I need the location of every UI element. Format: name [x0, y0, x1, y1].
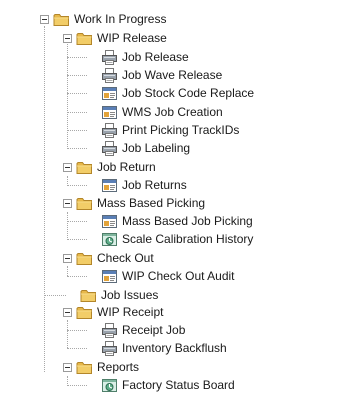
tree-node-label: Check Out: [97, 251, 154, 265]
tree-item-scale-calibration-history[interactable]: Scale Calibration History: [101, 230, 253, 248]
printer-icon: [101, 68, 118, 83]
tree-item-label: WIP Check Out Audit: [122, 269, 235, 283]
tree-node-label: WIP Release: [97, 31, 167, 45]
printer-icon: [101, 141, 118, 156]
tree-item-wip-check-out-audit[interactable]: WIP Check Out Audit: [101, 267, 235, 285]
tree-item-label: Job Labeling: [122, 141, 191, 155]
tree-connector: [67, 239, 87, 240]
report-icon: [101, 232, 118, 247]
folder-icon: [53, 12, 70, 27]
folder-icon: [76, 196, 93, 211]
tree-item-inventory-backflush[interactable]: Inventory Backflush: [101, 339, 227, 357]
tree-item-label: Job Stock Code Replace: [122, 86, 255, 100]
form-icon: [101, 105, 118, 120]
collapse-toggle[interactable]: [63, 162, 72, 172]
tree-connector: [44, 26, 45, 372]
tree-connector: [67, 44, 68, 149]
folder-icon: [76, 160, 93, 175]
tree-item-receipt-job[interactable]: Receipt Job: [101, 321, 185, 339]
tree-node-label: Job Return: [97, 160, 156, 174]
tree-node-label: Job Issues: [101, 288, 159, 302]
tree-item-label: Inventory Backflush: [122, 341, 227, 355]
tree-item-job-returns[interactable]: Job Returns: [101, 176, 187, 194]
tree-connector: [67, 221, 87, 222]
collapse-toggle[interactable]: [63, 198, 72, 208]
tree-connector: [67, 130, 87, 131]
collapse-toggle[interactable]: [40, 14, 49, 24]
report-icon: [101, 378, 118, 393]
tree-item-label: Factory Status Board: [122, 378, 235, 392]
tree-connector: [67, 57, 87, 58]
form-icon: [101, 86, 118, 101]
folder-icon: [76, 360, 93, 375]
collapse-toggle[interactable]: [63, 253, 72, 263]
tree-node-label: Mass Based Picking: [97, 196, 206, 210]
tree-item-job-release[interactable]: Job Release: [101, 48, 189, 66]
tree-node-label: Reports: [97, 360, 140, 374]
tree-item-factory-status-board[interactable]: Factory Status Board: [101, 376, 235, 394]
tree-item-wms-job-creation[interactable]: WMS Job Creation: [101, 103, 223, 121]
tree-item-label: Print Picking TrackIDs: [122, 123, 240, 137]
tree-node-mass-based-picking[interactable]: Mass Based Picking: [63, 194, 205, 212]
tree-connector: [67, 266, 68, 276]
folder-icon: [76, 305, 93, 320]
tree-item-label: Job Wave Release: [122, 68, 223, 82]
tree-node-wip-release[interactable]: WIP Release: [63, 29, 167, 47]
tree-node-check-out[interactable]: Check Out: [63, 249, 154, 267]
tree-connector: [67, 385, 87, 386]
printer-icon: [101, 50, 118, 65]
tree-connector: [67, 93, 87, 94]
printer-icon: [101, 123, 118, 138]
form-icon: [101, 269, 118, 284]
tree-item-label: WMS Job Creation: [122, 105, 223, 119]
tree-node-job-issues[interactable]: Job Issues: [80, 286, 158, 304]
tree-item-print-picking-trackids[interactable]: Print Picking TrackIDs: [101, 121, 239, 139]
folder-icon: [76, 31, 93, 46]
printer-icon: [101, 341, 118, 356]
tree-node-label: Work In Progress: [74, 12, 167, 26]
collapse-toggle[interactable]: [63, 307, 72, 317]
collapse-toggle[interactable]: [63, 33, 72, 43]
tree-item-job-wave-release[interactable]: Job Wave Release: [101, 66, 222, 84]
tree-item-label: Job Returns: [122, 178, 187, 192]
menu-tree: Work In Progress WIP Release Job Release…: [0, 0, 337, 395]
tree-connector: [67, 148, 87, 149]
tree-item-job-labeling[interactable]: Job Labeling: [101, 139, 190, 157]
tree-node-work-in-progress[interactable]: Work In Progress: [40, 10, 166, 28]
tree-connector: [44, 295, 66, 296]
tree-node-wip-receipt[interactable]: WIP Receipt: [63, 303, 163, 321]
tree-item-label: Scale Calibration History: [122, 232, 254, 246]
folder-icon: [76, 251, 93, 266]
tree-item-label: Job Release: [122, 50, 189, 64]
tree-item-label: Mass Based Job Picking: [122, 214, 253, 228]
tree-node-job-return[interactable]: Job Return: [63, 158, 156, 176]
tree-connector: [67, 276, 87, 277]
form-icon: [101, 214, 118, 229]
tree-item-label: Receipt Job: [122, 323, 186, 337]
tree-connector: [67, 185, 87, 186]
tree-node-label: WIP Receipt: [97, 305, 164, 319]
tree-connector: [67, 320, 68, 348]
collapse-toggle[interactable]: [63, 362, 72, 372]
tree-connector: [67, 112, 87, 113]
tree-connector: [67, 212, 68, 240]
tree-connector: [67, 75, 87, 76]
tree-connector: [67, 330, 87, 331]
tree-item-mass-based-job-picking[interactable]: Mass Based Job Picking: [101, 212, 253, 230]
printer-icon: [101, 323, 118, 338]
tree-node-reports[interactable]: Reports: [63, 358, 139, 376]
tree-connector: [67, 348, 87, 349]
form-icon: [101, 178, 118, 193]
folder-icon: [80, 288, 97, 303]
tree-item-job-stock-code-replace[interactable]: Job Stock Code Replace: [101, 84, 254, 102]
